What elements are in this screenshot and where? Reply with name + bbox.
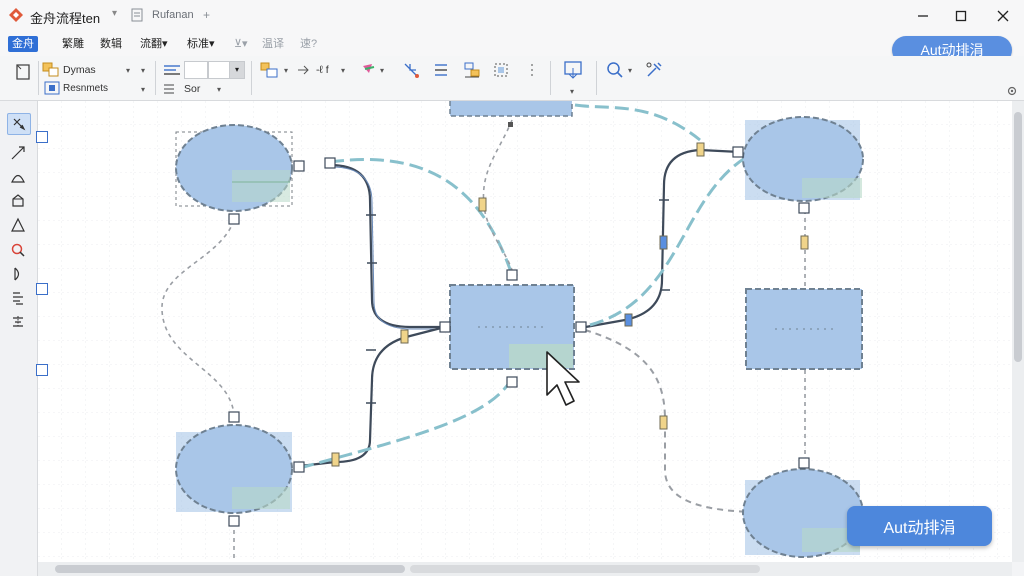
diagram-canvas[interactable] [38, 101, 1012, 562]
color-fill-icon[interactable] [360, 61, 378, 79]
close-icon [997, 10, 1009, 22]
minimize-button[interactable] [906, 4, 940, 28]
arc-tool[interactable] [7, 167, 29, 187]
menu-item-home[interactable]: 金舟 [8, 36, 38, 52]
ribbon-toolbar [0, 56, 1024, 101]
close-button[interactable] [986, 4, 1020, 28]
arrow-tool-icon[interactable] [296, 63, 310, 77]
menu-item-help[interactable]: 速? [296, 36, 321, 52]
layout-dropdown-icon[interactable]: ▾ [284, 66, 288, 75]
app-logo-icon [9, 8, 23, 22]
layout-icon[interactable] [259, 61, 279, 79]
pointer-icon [13, 118, 26, 131]
insert-dropdown-icon[interactable]: ▾ [570, 87, 574, 96]
menu-item-data[interactable]: 数辑 [96, 36, 126, 52]
scale-dropdown-icon[interactable]: ▾ [341, 66, 345, 75]
menu-item-flow[interactable]: 流翻▾ [136, 36, 172, 52]
ribbon-separator [251, 61, 252, 95]
triangle-icon [11, 217, 25, 232]
magnify-red-icon [11, 243, 25, 257]
ribbon-separator [155, 61, 156, 95]
line-style-field[interactable] [208, 61, 230, 79]
bracket-tool[interactable] [7, 264, 29, 284]
triangle-tool[interactable] [7, 215, 29, 235]
auto-layout-floating-button[interactable]: Aut动排涓 [847, 506, 992, 546]
dynamic-more-icon[interactable]: ▾ [141, 66, 145, 75]
minimize-icon [918, 15, 928, 17]
dynamic-label[interactable]: Dymas [63, 64, 96, 76]
title-dropdown-icon[interactable]: ▾ [112, 8, 117, 19]
shape-highlight [232, 487, 290, 509]
text-tool[interactable] [7, 288, 29, 308]
more-options-icon[interactable] [525, 62, 539, 78]
horizontal-scroll-thumb[interactable] [55, 565, 405, 573]
ruler-marker[interactable] [36, 131, 48, 143]
shape-highlight [509, 344, 573, 368]
resize-label[interactable]: Resnmets [63, 83, 108, 94]
shape-highlight [232, 170, 290, 202]
document-icon [131, 8, 143, 22]
ruler-marker[interactable] [36, 364, 48, 376]
shape-highlight [802, 178, 862, 198]
horizontal-scroll-track-segment[interactable] [410, 565, 760, 573]
line-tool[interactable] [7, 143, 29, 163]
sort-icon [164, 84, 174, 94]
select-frame-icon[interactable] [14, 62, 34, 82]
maximize-button[interactable] [944, 4, 978, 28]
arc-icon [11, 174, 25, 183]
ruler-marker[interactable] [36, 283, 48, 295]
app-title: 金舟流程ten [30, 11, 101, 26]
pointer-tool[interactable] [7, 113, 31, 135]
diagram-svg [38, 101, 1012, 562]
dynamic-dropdown-icon[interactable]: ▾ [126, 66, 130, 75]
ribbon-separator [550, 61, 551, 95]
search-dropdown-icon[interactable]: ▾ [628, 66, 632, 75]
insert-shape-icon[interactable] [562, 60, 584, 80]
maximize-icon [955, 10, 967, 22]
ribbon-separator [38, 61, 39, 95]
color-dropdown-icon[interactable]: ▾ [380, 66, 384, 75]
menu-item-view[interactable]: ⊻▾ [230, 36, 252, 52]
group-icon[interactable] [492, 61, 510, 79]
ribbon-separator [596, 61, 597, 95]
line-width-field[interactable] [184, 61, 208, 79]
arrange-icon[interactable] [462, 60, 482, 80]
distribute-icon[interactable] [432, 61, 450, 79]
resize-icon [44, 81, 60, 95]
new-tab-button[interactable]: + [203, 8, 210, 22]
line-arrow-icon [11, 146, 25, 160]
menu-item-edit[interactable]: 繁雕 [58, 36, 88, 52]
format-icon [13, 316, 23, 328]
title-bar: 金舟流程ten ▾ Rufanan + [0, 0, 1024, 32]
line-style-dropdown-icon[interactable]: ▾ [229, 61, 245, 79]
search-icon[interactable] [606, 61, 624, 79]
process-shape-top[interactable] [449, 101, 573, 117]
cube-icon [12, 194, 24, 207]
resize-dropdown-icon[interactable]: ▾ [141, 85, 145, 94]
settings-gear-icon[interactable] [1006, 85, 1018, 97]
menu-item-standard[interactable]: 标准▾ [183, 36, 219, 52]
connector-tool-icon[interactable] [402, 61, 420, 79]
shape-tool[interactable] [7, 191, 29, 211]
menu-bar: 金舟 繁雕 数辑 流翻▾ 标准▾ ⊻▾ 温译 速? [0, 32, 1024, 56]
search-shape-tool[interactable] [7, 240, 29, 260]
sort-dropdown-icon[interactable]: ▾ [217, 85, 221, 94]
sort-label[interactable]: Sor [184, 83, 200, 95]
tools-icon[interactable] [644, 60, 664, 80]
dynamic-shapes-icon [42, 62, 59, 77]
format-tool[interactable] [7, 312, 29, 332]
bracket-icon [14, 267, 20, 281]
menu-item-translate[interactable]: 温译 [258, 36, 288, 52]
align-lines-icon[interactable] [162, 62, 182, 78]
scale-label[interactable]: -ℓ f [316, 64, 329, 76]
document-tab[interactable]: Rufanan [152, 9, 194, 21]
vertical-scroll-thumb[interactable] [1014, 112, 1022, 362]
text-align-icon [13, 292, 23, 305]
top-anchor [508, 122, 513, 127]
